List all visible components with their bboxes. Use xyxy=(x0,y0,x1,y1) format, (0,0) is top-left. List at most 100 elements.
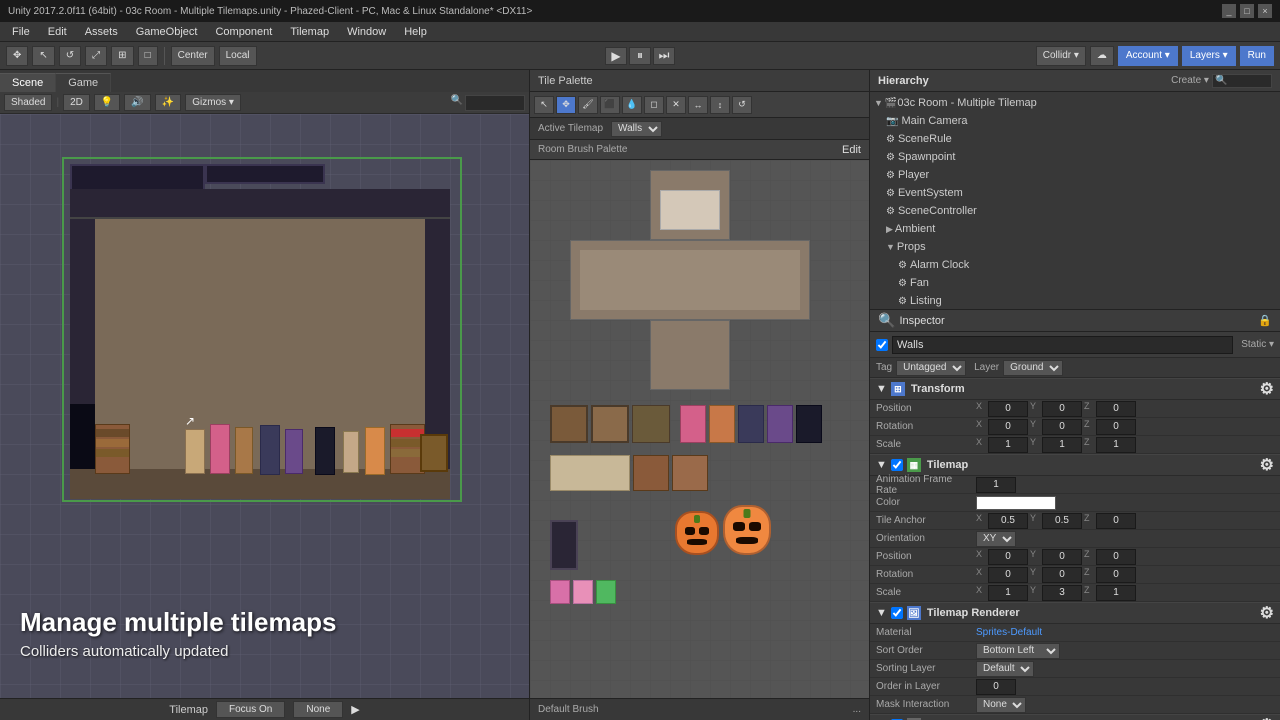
sort-order-select[interactable]: Bottom Left Bottom Right xyxy=(976,643,1060,659)
paint-tool[interactable]: 🖌 xyxy=(578,96,598,114)
sprite-furn-3[interactable] xyxy=(672,455,708,491)
pos-z-input[interactable] xyxy=(1096,401,1136,417)
menu-help[interactable]: Help xyxy=(396,24,435,40)
close-btn[interactable]: × xyxy=(1258,4,1272,18)
hierarchy-create-btn[interactable]: Create ▾ xyxy=(1171,75,1209,86)
transform-combined[interactable]: □ xyxy=(138,46,158,66)
sprite-char-5[interactable] xyxy=(796,405,822,443)
transform-rect[interactable]: ⊞ xyxy=(111,46,133,66)
sprite-char-3[interactable] xyxy=(738,405,764,443)
hierarchy-eventsystem[interactable]: ⚙ EventSystem xyxy=(870,184,1280,202)
hierarchy-fan[interactable]: ⚙ Fan xyxy=(870,274,1280,292)
sprite-char-2[interactable] xyxy=(709,405,735,443)
fx-btn[interactable]: ✨ xyxy=(155,94,181,111)
edit-btn[interactable]: Edit xyxy=(842,144,861,156)
tm-rot-z[interactable] xyxy=(1096,567,1136,583)
layers-btn[interactable]: Layers ▾ xyxy=(1182,46,1236,66)
tm-scale-x[interactable] xyxy=(988,585,1028,601)
sprite-char-1[interactable] xyxy=(680,405,706,443)
minimize-btn[interactable]: _ xyxy=(1222,4,1236,18)
orientation-select[interactable]: XY XZ xyxy=(976,531,1016,547)
hierarchy-search[interactable] xyxy=(1212,74,1272,88)
order-in-layer-input[interactable] xyxy=(976,679,1016,695)
tilemap-collider-header[interactable]: ▼ ⬛ Tilemap Collider 2D ⚙ xyxy=(870,714,1280,720)
rect-tool[interactable]: ◻ xyxy=(644,96,664,114)
tilemap-select[interactable]: Walls Floor xyxy=(611,121,662,137)
cloud-icon-btn[interactable]: ☁ xyxy=(1090,46,1114,66)
tag-select[interactable]: Untagged xyxy=(896,360,966,376)
rot-tool[interactable]: ↺ xyxy=(732,96,752,114)
step-button[interactable]: ⏭ xyxy=(653,47,675,65)
sprite-box[interactable] xyxy=(550,520,578,570)
transform-rotate[interactable]: ↺ xyxy=(59,46,81,66)
pos-y-input[interactable] xyxy=(1042,401,1082,417)
tm-renderer-settings[interactable]: ⚙ xyxy=(1260,603,1274,623)
layer-select[interactable]: Ground xyxy=(1003,360,1063,376)
sprite-plant-1[interactable] xyxy=(550,580,570,604)
focus-on-btn[interactable]: Focus On xyxy=(216,701,285,718)
flip-y-tool[interactable]: ↕ xyxy=(710,96,730,114)
hierarchy-scene-root[interactable]: ▼ 🎬 03c Room - Multiple Tilemap xyxy=(870,94,1280,112)
run-btn[interactable]: Run xyxy=(1240,46,1274,66)
sprite-2[interactable] xyxy=(591,405,629,443)
audio-btn[interactable]: 🔊 xyxy=(124,94,150,111)
tm-renderer-checkbox[interactable] xyxy=(891,607,903,619)
fill-tool[interactable]: ⬛ xyxy=(600,96,620,114)
scale-z-input[interactable] xyxy=(1096,437,1136,453)
scene-search[interactable] xyxy=(465,95,525,111)
sorting-layer-select[interactable]: Default xyxy=(976,661,1034,677)
hierarchy-ambient[interactable]: ▶ Ambient xyxy=(870,220,1280,238)
tm-pos-z[interactable] xyxy=(1096,549,1136,565)
tc-settings[interactable]: ⚙ xyxy=(1260,715,1274,720)
pos-x-input[interactable] xyxy=(988,401,1028,417)
account-btn[interactable]: Account ▾ xyxy=(1118,46,1178,66)
none-btn[interactable]: None xyxy=(293,701,343,718)
obj-active-checkbox[interactable] xyxy=(876,339,888,351)
tm-rot-x[interactable] xyxy=(988,567,1028,583)
rot-z-input[interactable] xyxy=(1096,419,1136,435)
hierarchy-player[interactable]: ⚙ Player xyxy=(870,166,1280,184)
tilemap-renderer-header[interactable]: ▼ 🖼 Tilemap Renderer ⚙ xyxy=(870,602,1280,624)
menu-assets[interactable]: Assets xyxy=(77,24,126,40)
sprite-1[interactable] xyxy=(550,405,588,443)
center-pivot-btn[interactable]: Center xyxy=(171,46,215,66)
menu-edit[interactable]: Edit xyxy=(40,24,75,40)
menu-file[interactable]: File xyxy=(4,24,38,40)
2d-btn[interactable]: 2D xyxy=(63,94,90,111)
transform-component-header[interactable]: ▼ ⊞ Transform ⚙ xyxy=(870,378,1280,400)
transform-scale[interactable]: ⤢ xyxy=(85,46,107,66)
transform-settings-icon[interactable]: ⚙ xyxy=(1260,379,1274,399)
pick-tool[interactable]: 💧 xyxy=(622,96,642,114)
shaded-btn[interactable]: Shaded xyxy=(4,94,52,111)
rot-y-input[interactable] xyxy=(1042,419,1082,435)
sprite-pumpkin-2[interactable] xyxy=(723,505,771,555)
tilemap-settings-icon[interactable]: ⚙ xyxy=(1260,455,1274,475)
window-controls[interactable]: _ □ × xyxy=(1222,4,1272,18)
tm-pos-y[interactable] xyxy=(1042,549,1082,565)
scale-y-input[interactable] xyxy=(1042,437,1082,453)
move-tool[interactable]: ✥ xyxy=(556,96,576,114)
color-swatch[interactable] xyxy=(976,496,1056,510)
tm-scale-y[interactable] xyxy=(1042,585,1082,601)
anch-z-input[interactable] xyxy=(1096,513,1136,529)
tm-scale-z[interactable] xyxy=(1096,585,1136,601)
hierarchy-spawnpoint[interactable]: ⚙ Spawnpoint xyxy=(870,148,1280,166)
menu-gameobject[interactable]: GameObject xyxy=(128,24,206,40)
sprite-plant-3[interactable] xyxy=(596,580,616,604)
tab-scene[interactable]: Scene xyxy=(0,73,56,92)
global-local-btn[interactable]: Local xyxy=(219,46,257,66)
collider-btn[interactable]: Collidr ▾ xyxy=(1036,46,1086,66)
tile-grid[interactable] xyxy=(530,160,869,698)
sprite-furn-1[interactable] xyxy=(550,455,630,491)
hierarchy-props[interactable]: ▼ Props xyxy=(870,238,1280,256)
transform-move[interactable]: ↖ xyxy=(32,46,54,66)
anch-x-input[interactable] xyxy=(988,513,1028,529)
tm-pos-x[interactable] xyxy=(988,549,1028,565)
maximize-btn[interactable]: □ xyxy=(1240,4,1254,18)
anim-frame-input[interactable] xyxy=(976,477,1016,493)
material-value[interactable]: Sprites-Default xyxy=(976,627,1042,638)
play-button[interactable]: ▶ xyxy=(605,47,627,65)
hierarchy-listing[interactable]: ⚙ Listing xyxy=(870,292,1280,310)
hierarchy-scenecontroller[interactable]: ⚙ SceneController xyxy=(870,202,1280,220)
obj-name-input[interactable] xyxy=(892,336,1233,354)
